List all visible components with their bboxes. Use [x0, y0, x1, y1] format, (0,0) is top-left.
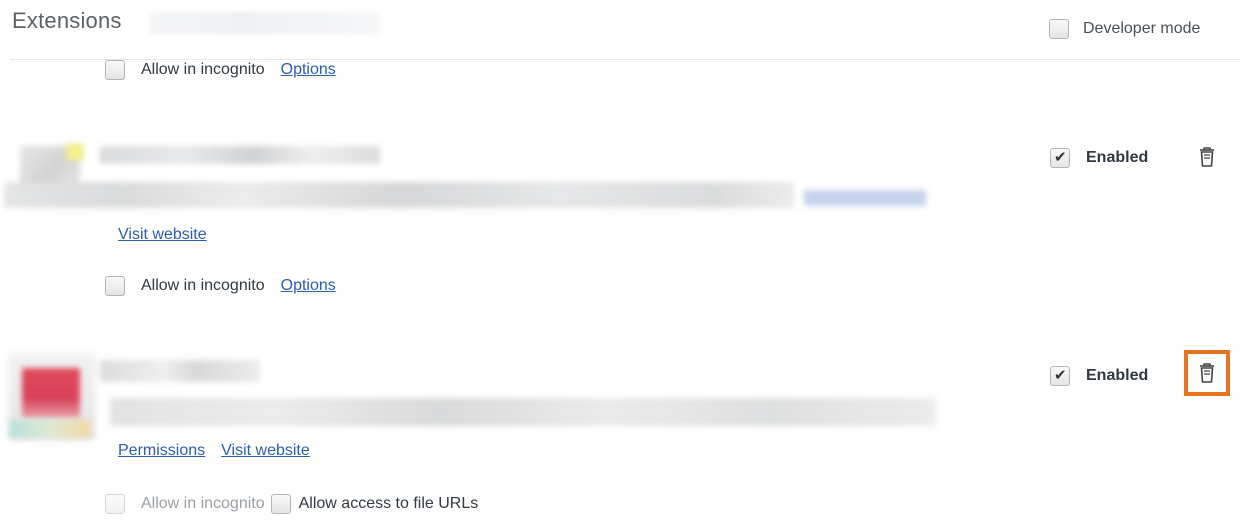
extension-2-description-link — [804, 190, 926, 206]
extension-2-name — [100, 146, 380, 164]
visit-website-link[interactable]: Visit website — [118, 226, 207, 244]
options-link[interactable]: Options — [281, 277, 336, 295]
allow-file-urls-label: Allow access to file URLs — [298, 495, 479, 512]
blurred-subtitle — [150, 12, 380, 34]
extension-2-incognito-row: Allow in incognito Options — [105, 276, 336, 296]
delete-highlight[interactable] — [1184, 350, 1230, 396]
allow-incognito-label: Allow in incognito — [141, 61, 265, 78]
extension-2-icon-accent — [66, 144, 84, 160]
allow-incognito-checkbox[interactable] — [105, 494, 125, 514]
extension-3-icon — [22, 368, 80, 418]
developer-mode-toggle[interactable]: Developer mode — [1049, 19, 1200, 39]
extension-1-incognito-row: Allow in incognito Options — [105, 60, 336, 80]
options-link[interactable]: Options — [281, 61, 336, 79]
trash-icon[interactable] — [1196, 145, 1218, 169]
trash-icon[interactable] — [1196, 361, 1218, 385]
extension-3-name — [100, 360, 260, 382]
developer-mode-checkbox[interactable] — [1049, 19, 1069, 39]
allow-incognito-checkbox[interactable] — [105, 60, 125, 80]
allow-incognito-label: Allow in incognito — [141, 277, 265, 294]
permissions-link[interactable]: Permissions — [118, 442, 205, 460]
extension-2-links: Visit website — [118, 226, 207, 244]
visit-website-link[interactable]: Visit website — [221, 442, 310, 460]
enabled-label: Enabled — [1086, 149, 1149, 166]
extension-2-enabled-toggle[interactable]: Enabled — [1050, 148, 1148, 168]
allow-file-urls-checkbox[interactable] — [270, 494, 291, 514]
enabled-label: Enabled — [1086, 367, 1149, 384]
page-title: Extensions — [12, 8, 122, 33]
allow-incognito-checkbox[interactable] — [105, 276, 125, 296]
extension-3-description — [110, 398, 936, 426]
enabled-checkbox[interactable] — [1050, 366, 1070, 386]
extension-3-enabled-toggle[interactable]: Enabled — [1050, 366, 1148, 386]
developer-mode-label: Developer mode — [1083, 20, 1201, 37]
enabled-checkbox[interactable] — [1050, 148, 1070, 168]
extension-3-links: Permissions Visit website — [118, 442, 310, 460]
extension-3-icon-bottom — [10, 420, 90, 438]
allow-incognito-label: Allow in incognito — [141, 495, 265, 512]
extension-3-access-row: Allow in incognito Allow access to file … — [105, 494, 478, 514]
extension-2-description — [4, 182, 794, 208]
